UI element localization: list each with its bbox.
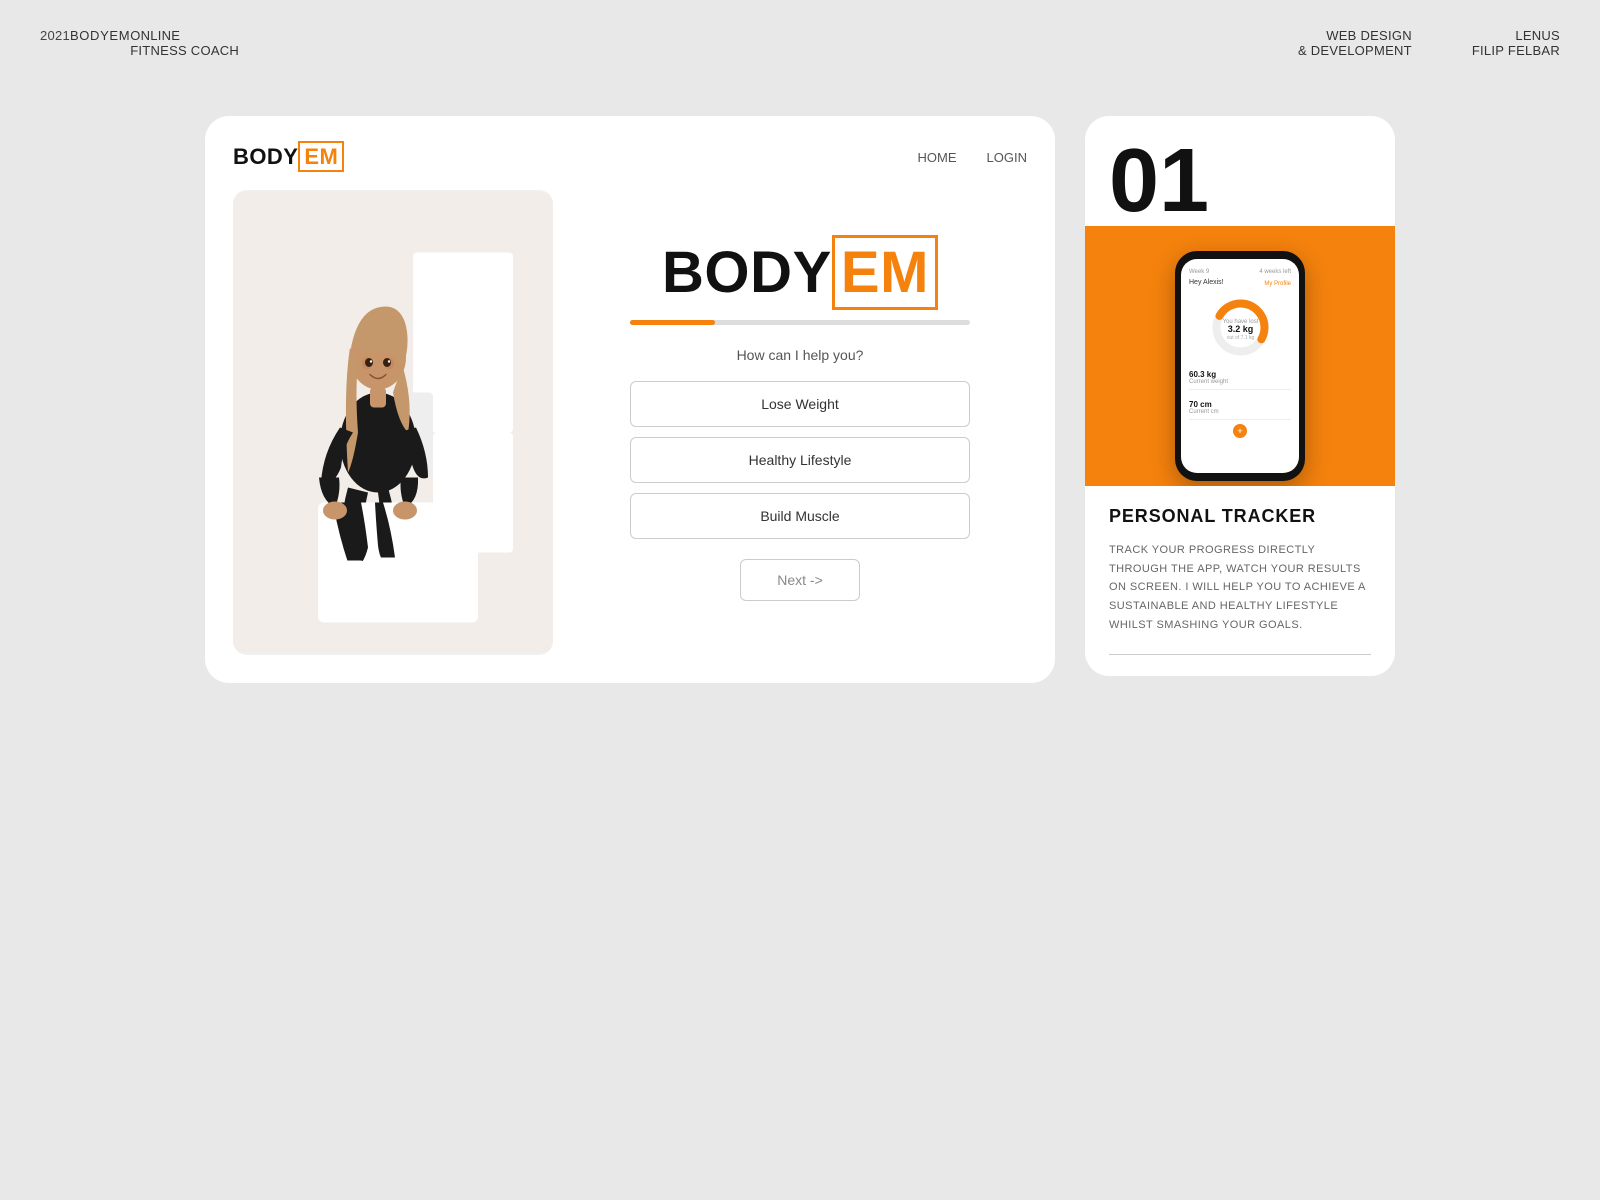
brand-large-body: BODY bbox=[662, 240, 832, 305]
logo-em: EM bbox=[298, 141, 344, 172]
next-button[interactable]: Next -> bbox=[740, 559, 860, 601]
nav-login-link[interactable]: LOGIN bbox=[987, 150, 1027, 165]
left-card: BODYEM HOME LOGIN bbox=[205, 116, 1055, 683]
phone-my-profile: My Profile bbox=[1264, 281, 1291, 287]
right-card: 01 Week 9 4 weeks left Hey Alexis! My Pr… bbox=[1085, 116, 1395, 676]
card-nav-links: HOME LOGIN bbox=[918, 150, 1027, 165]
phone-weight-label: Current weight bbox=[1189, 379, 1228, 385]
progress-bar-fill bbox=[630, 320, 715, 325]
phone-weeks-left: 4 weeks left bbox=[1259, 269, 1291, 275]
card-logo: BODYEM bbox=[233, 144, 344, 170]
top-nav: 2021 BODYEM ONLINE FITNESS COACH WEB DES… bbox=[0, 0, 1600, 86]
option-build-muscle[interactable]: Build Muscle bbox=[630, 493, 970, 539]
progress-bar-track bbox=[630, 320, 970, 325]
phone-screen: Week 9 4 weeks left Hey Alexis! My Profi… bbox=[1181, 259, 1299, 473]
tracker-divider bbox=[1109, 654, 1371, 655]
phone-frame: Week 9 4 weeks left Hey Alexis! My Profi… bbox=[1175, 251, 1305, 481]
tracker-number: 01 bbox=[1085, 116, 1395, 226]
nav-coach-line2: FITNESS COACH bbox=[130, 43, 239, 58]
nav-author-line1: LENUS bbox=[1472, 28, 1560, 43]
phone-stat-cm: 70 cm Current cm bbox=[1189, 396, 1291, 420]
progress-bar-container bbox=[630, 320, 970, 325]
option-lose-weight[interactable]: Lose Weight bbox=[630, 381, 970, 427]
donut-area: You have lost 3.2 kg out of 7.1 kg bbox=[1189, 295, 1291, 360]
nav-year: 2021 bbox=[40, 28, 70, 43]
tracker-desc: TRACK YOUR PROGRESS DIRECTLY THROUGH THE… bbox=[1109, 541, 1371, 634]
nav-brand: BODYEM bbox=[70, 28, 130, 43]
main-content: BODYEM HOME LOGIN bbox=[0, 96, 1600, 703]
phone-stats: 60.3 kg Current weight 70 cm Current cm bbox=[1189, 366, 1291, 420]
phone-weight-value: 60.3 kg bbox=[1189, 370, 1228, 379]
nav-coach: ONLINE FITNESS COACH bbox=[130, 28, 239, 58]
phone-mockup-area: Week 9 4 weeks left Hey Alexis! My Profi… bbox=[1085, 226, 1395, 486]
phone-stat-weight: 60.3 kg Current weight bbox=[1189, 366, 1291, 390]
form-question: How can I help you? bbox=[737, 347, 864, 363]
brand-large-em: EM bbox=[832, 235, 938, 310]
svg-text:3.2 kg: 3.2 kg bbox=[1227, 324, 1253, 334]
nav-webdesign: WEB DESIGN & DEVELOPMENT bbox=[1298, 28, 1412, 58]
nav-webdesign-line2: & DEVELOPMENT bbox=[1298, 43, 1412, 58]
phone-plus-btn[interactable]: + bbox=[1233, 424, 1247, 438]
photo-section bbox=[233, 190, 553, 655]
nav-author: LENUS FILIP FELBAR bbox=[1472, 28, 1560, 58]
phone-week: Week 9 bbox=[1189, 269, 1209, 275]
phone-greeting: Hey Alexis! bbox=[1189, 279, 1224, 286]
nav-author-line2: FILIP FELBAR bbox=[1472, 43, 1560, 58]
nav-coach-line1: ONLINE bbox=[130, 28, 239, 43]
nav-webdesign-line1: WEB DESIGN bbox=[1298, 28, 1412, 43]
nav-home-link[interactable]: HOME bbox=[918, 150, 957, 165]
tracker-text-area: PERSONAL TRACKER TRACK YOUR PROGRESS DIR… bbox=[1085, 486, 1395, 676]
phone-cm-value: 70 cm bbox=[1189, 400, 1219, 409]
svg-text:out of 7.1 kg: out of 7.1 kg bbox=[1226, 335, 1254, 341]
card-body: BODYEM How can I help you? Lose Weight H… bbox=[233, 190, 1027, 655]
options-list: Lose Weight Healthy Lifestyle Build Musc… bbox=[630, 381, 970, 539]
card-nav: BODYEM HOME LOGIN bbox=[233, 144, 1027, 170]
logo-body: BODY bbox=[233, 144, 298, 169]
phone-header-row: Week 9 4 weeks left bbox=[1189, 269, 1291, 275]
form-section: BODYEM How can I help you? Lose Weight H… bbox=[573, 190, 1027, 655]
option-healthy-lifestyle[interactable]: Healthy Lifestyle bbox=[630, 437, 970, 483]
tracker-title: PERSONAL TRACKER bbox=[1109, 506, 1371, 527]
brand-logo-large: BODYEM bbox=[662, 244, 938, 302]
phone-cm-label: Current cm bbox=[1189, 409, 1219, 415]
